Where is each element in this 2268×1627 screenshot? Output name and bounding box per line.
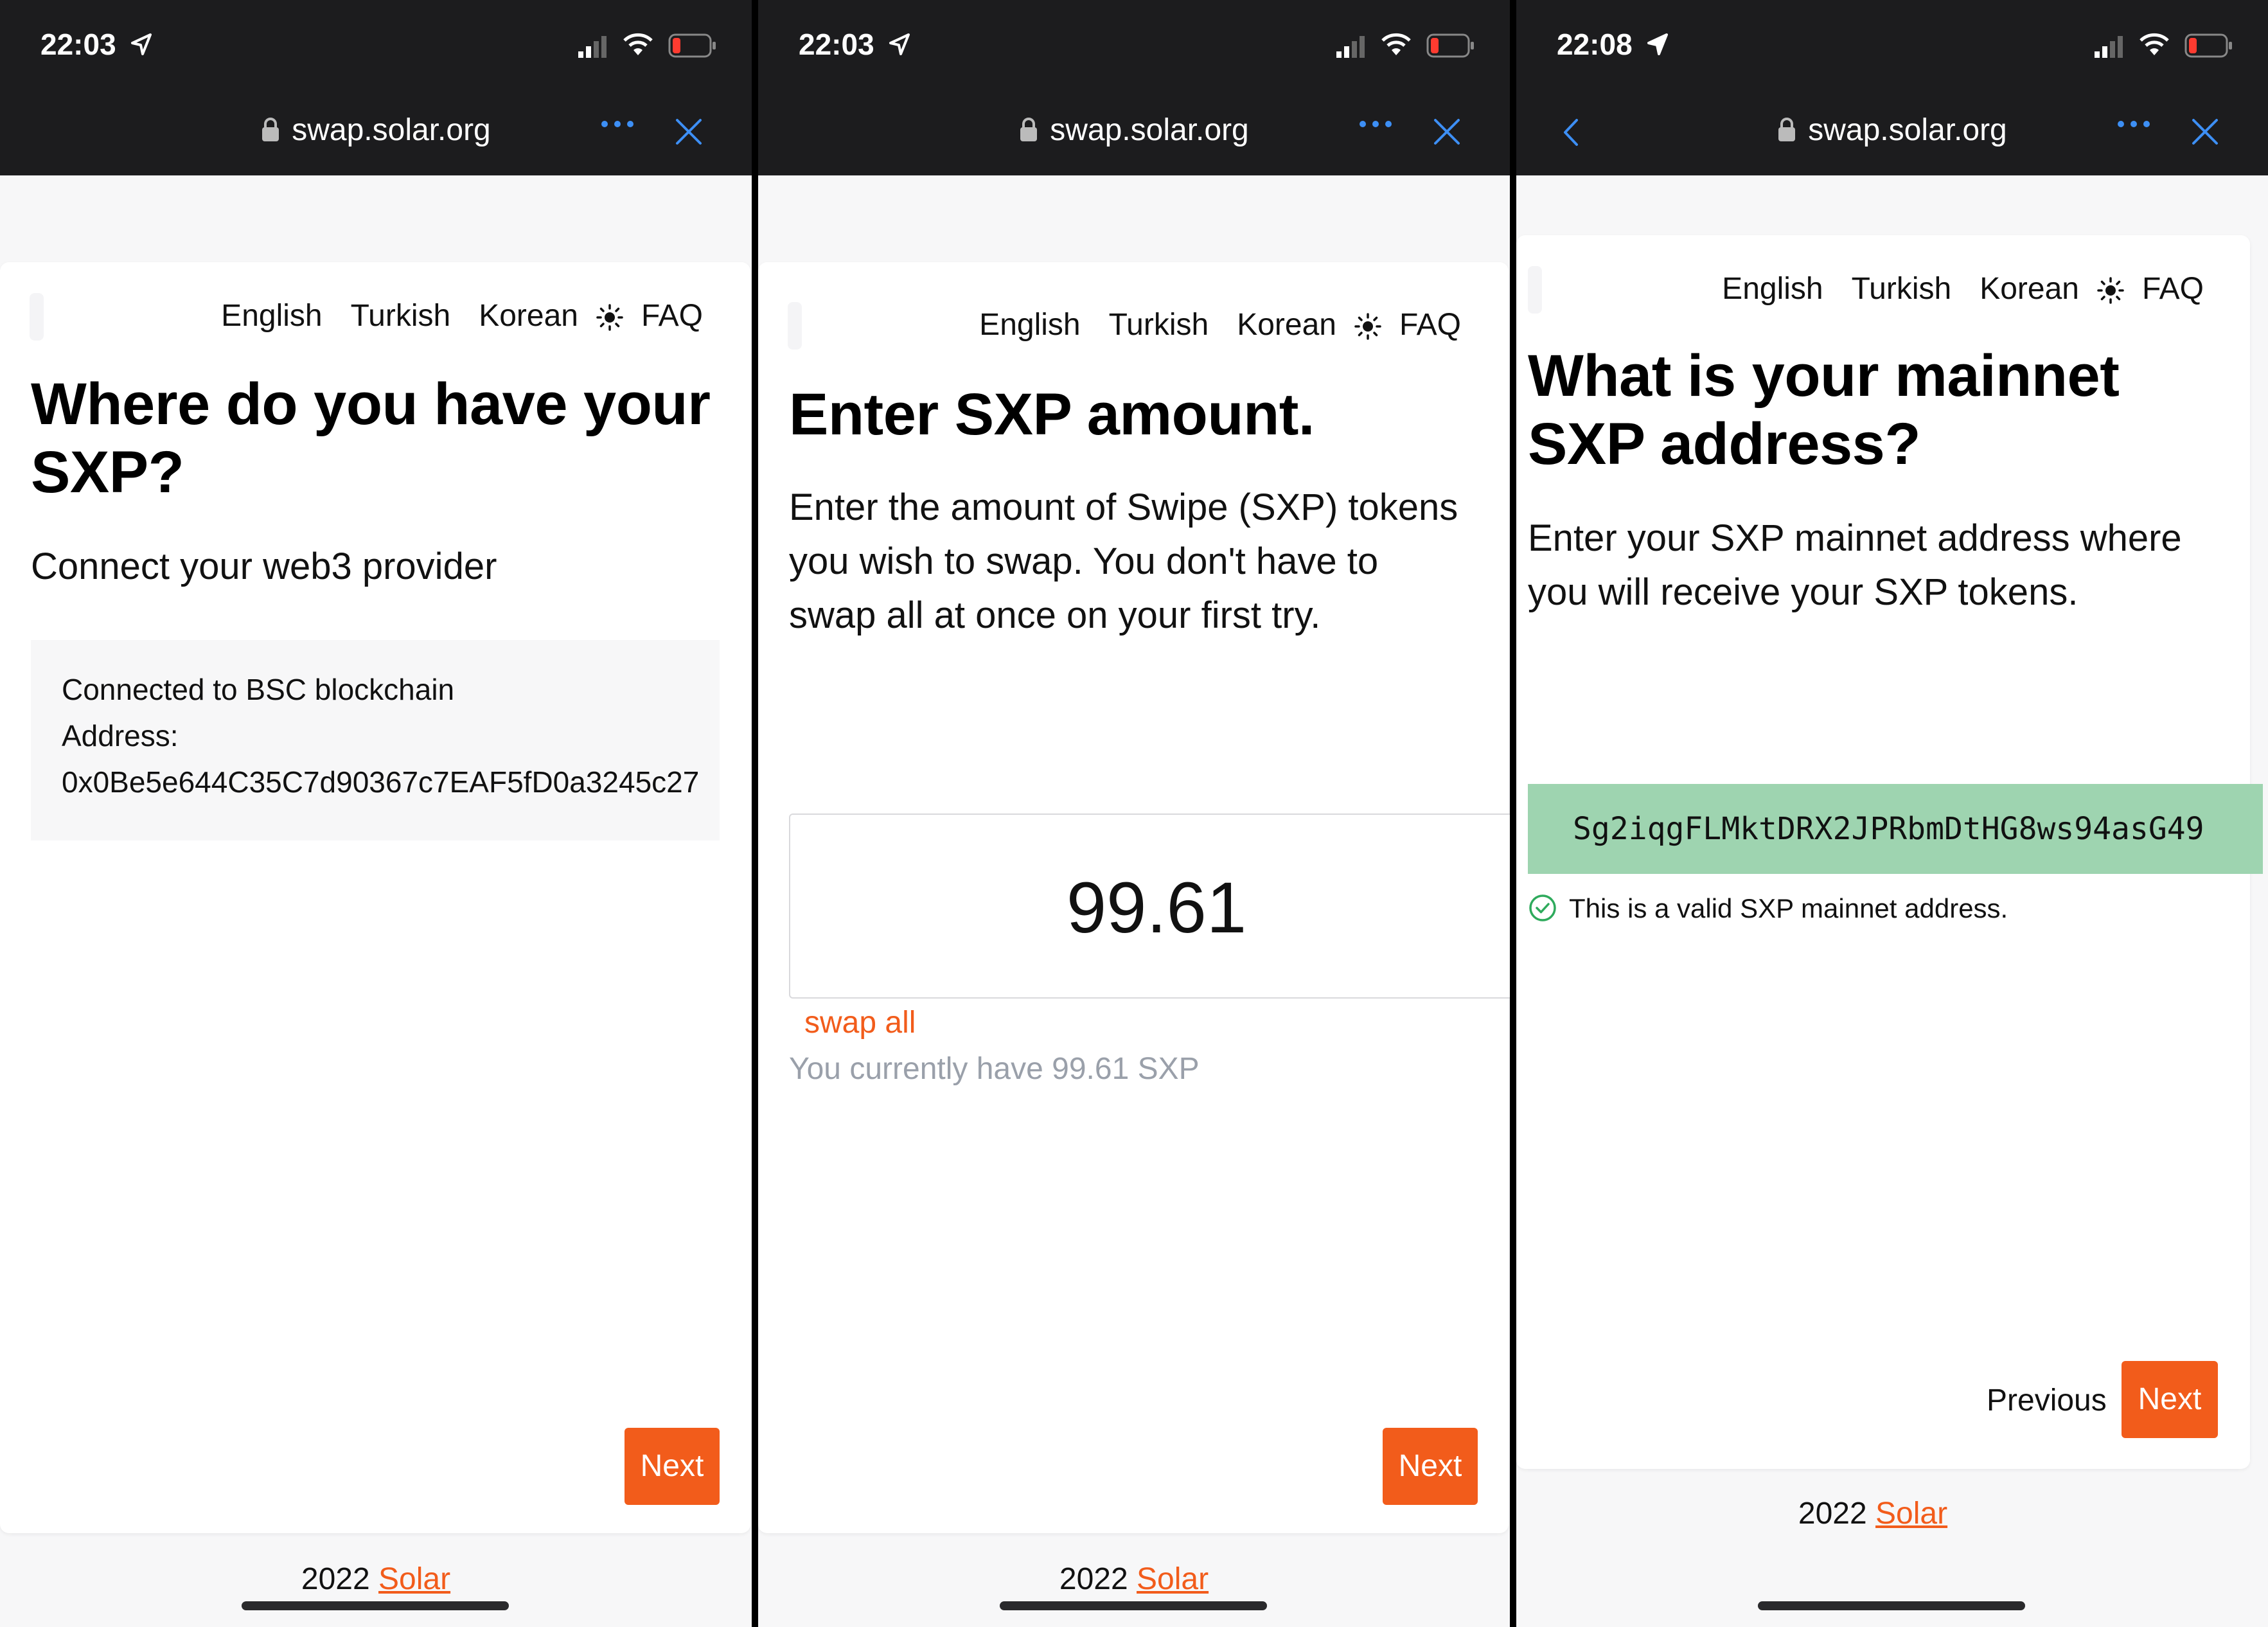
amount-input[interactable]: 99.61 xyxy=(789,814,1510,999)
location-arrow-icon xyxy=(1647,33,1668,55)
sun-icon[interactable] xyxy=(2096,276,2125,305)
footer-year: 2022 xyxy=(1798,1497,1867,1531)
content-card: English Turkish Korean FAQ Where do you hav… xyxy=(0,262,750,1533)
sun-icon[interactable] xyxy=(595,303,625,332)
url-display[interactable]: swap.solar.org xyxy=(1516,112,2268,148)
page-title: Enter SXP amount. xyxy=(789,382,1315,447)
status-time: 22:08 xyxy=(1557,28,1633,61)
address-input[interactable]: Sg2iqgFLMktDRX2JPRbmDtHG8ws94asG49 xyxy=(1528,784,2263,874)
nav-faq[interactable]: FAQ xyxy=(1399,308,1461,342)
page-description: Enter the amount of Swipe (SXP) tokens y… xyxy=(789,486,1458,636)
footer: 2022 Solar xyxy=(758,1561,1510,1597)
next-button[interactable]: Next xyxy=(625,1428,720,1505)
url-text: swap.solar.org xyxy=(1808,113,2007,147)
footer-solar-link[interactable]: Solar xyxy=(378,1562,450,1596)
language-nav: English Turkish Korean FAQ xyxy=(951,307,1461,342)
home-indicator xyxy=(1758,1601,2025,1610)
next-button[interactable]: Next xyxy=(2122,1361,2218,1438)
lock-icon xyxy=(1020,118,1038,142)
url-display[interactable]: swap.solar.org xyxy=(0,112,752,148)
screen-connect-wallet: 22:03 swap.solar.org English Turkish Korea… xyxy=(0,0,752,1627)
browser-address-bar: swap.solar.org xyxy=(758,87,1510,175)
language-nav: English Turkish Korean FAQ xyxy=(1694,271,2204,307)
next-button[interactable]: Next xyxy=(1383,1428,1478,1505)
footer-year: 2022 xyxy=(1059,1562,1128,1596)
nav-korean[interactable]: Korean xyxy=(479,299,578,333)
more-dots-icon[interactable] xyxy=(2117,120,2150,128)
logo-placeholder xyxy=(30,293,44,341)
page-subtitle: Connect your web3 provider xyxy=(31,546,497,587)
lock-icon xyxy=(262,118,279,142)
validation-text: This is a valid SXP mainnet address. xyxy=(1569,893,2008,923)
address-label: Address: xyxy=(62,719,179,752)
status-time: 22:03 xyxy=(40,28,116,61)
screen-mainnet-address: 22:08 swap.solar.org English Turkish Korea… xyxy=(1516,0,2268,1627)
status-bar: 22:03 xyxy=(758,0,1510,87)
nav-english[interactable]: English xyxy=(221,299,322,333)
nav-faq[interactable]: FAQ xyxy=(2142,272,2204,306)
swap-all-link[interactable]: swap all xyxy=(804,1005,916,1040)
nav-turkish[interactable]: Turkish xyxy=(1109,308,1209,342)
battery-low-icon xyxy=(1426,33,1474,58)
browser-address-bar: swap.solar.org xyxy=(0,87,752,175)
cellular-signal-icon xyxy=(2095,36,2123,58)
page-title: What is your mainnet SXP address? xyxy=(1528,343,2120,477)
status-time: 22:03 xyxy=(799,28,874,61)
url-display[interactable]: swap.solar.org xyxy=(758,112,1510,148)
connection-info-box: Connected to BSC blockchain Address: 0x0… xyxy=(31,640,720,840)
nav-korean[interactable]: Korean xyxy=(1980,272,2079,306)
wifi-icon xyxy=(2140,33,2169,55)
close-icon[interactable] xyxy=(2191,118,2219,146)
more-dots-icon[interactable] xyxy=(1359,120,1392,128)
cellular-signal-icon xyxy=(1336,36,1365,58)
footer-year: 2022 xyxy=(301,1562,370,1596)
screen-enter-amount: 22:03 swap.solar.org English Turkish Korea… xyxy=(758,0,1510,1627)
battery-low-icon xyxy=(2184,33,2232,58)
status-bar: 22:08 xyxy=(1516,0,2268,87)
battery-low-icon xyxy=(668,33,716,58)
connection-status: Connected to BSC blockchain xyxy=(62,673,455,706)
close-icon[interactable] xyxy=(1433,118,1461,146)
footer: 2022 Solar xyxy=(1516,1496,2249,1531)
wifi-icon xyxy=(623,33,653,55)
nav-faq[interactable]: FAQ xyxy=(641,299,703,333)
language-nav: English Turkish Korean FAQ xyxy=(193,298,703,333)
page-title: Where do you have your SXP? xyxy=(31,371,711,505)
nav-english[interactable]: English xyxy=(979,308,1080,342)
address-value: Sg2iqgFLMktDRX2JPRbmDtHG8ws94asG49 xyxy=(1573,811,2204,847)
footer-solar-link[interactable]: Solar xyxy=(1875,1497,1947,1531)
close-icon[interactable] xyxy=(675,118,703,146)
balance-text: You currently have 99.61 SXP xyxy=(789,1052,1200,1086)
logo-placeholder xyxy=(788,302,802,350)
footer: 2022 Solar xyxy=(0,1561,752,1597)
nav-korean[interactable]: Korean xyxy=(1237,308,1336,342)
logo-placeholder xyxy=(1528,266,1542,314)
home-indicator xyxy=(1000,1601,1267,1610)
lock-icon xyxy=(1778,118,1796,142)
amount-value: 99.61 xyxy=(1066,867,1247,948)
location-arrow-icon xyxy=(131,33,152,55)
previous-button[interactable]: Previous xyxy=(1987,1383,2107,1418)
nav-english[interactable]: English xyxy=(1722,272,1823,306)
more-dots-icon[interactable] xyxy=(601,120,634,128)
sun-icon[interactable] xyxy=(1353,312,1383,341)
content-card: English Turkish Korean FAQ Enter SXP amount… xyxy=(758,262,1510,1533)
status-bar: 22:03 xyxy=(0,0,752,87)
home-indicator xyxy=(242,1601,509,1610)
validation-message: This is a valid SXP mainnet address. xyxy=(1528,893,2008,924)
browser-address-bar: swap.solar.org xyxy=(1516,87,2268,175)
nav-turkish[interactable]: Turkish xyxy=(351,299,451,333)
footer-solar-link[interactable]: Solar xyxy=(1137,1562,1209,1596)
wallet-address: 0x0Be5e644C35C7d90367c7EAF5fD0a3245c27 xyxy=(62,765,700,799)
content-card: English Turkish Korean FAQ What is your mai… xyxy=(1516,235,2263,1469)
url-text: swap.solar.org xyxy=(1050,113,1249,147)
wifi-icon xyxy=(1381,33,1411,55)
nav-turkish[interactable]: Turkish xyxy=(1852,272,1952,306)
location-arrow-icon xyxy=(889,33,910,55)
page-description: Enter your SXP mainnet address where you… xyxy=(1528,517,2182,613)
cellular-signal-icon xyxy=(578,36,607,58)
check-circle-icon xyxy=(1529,894,1556,921)
url-text: swap.solar.org xyxy=(292,113,491,147)
